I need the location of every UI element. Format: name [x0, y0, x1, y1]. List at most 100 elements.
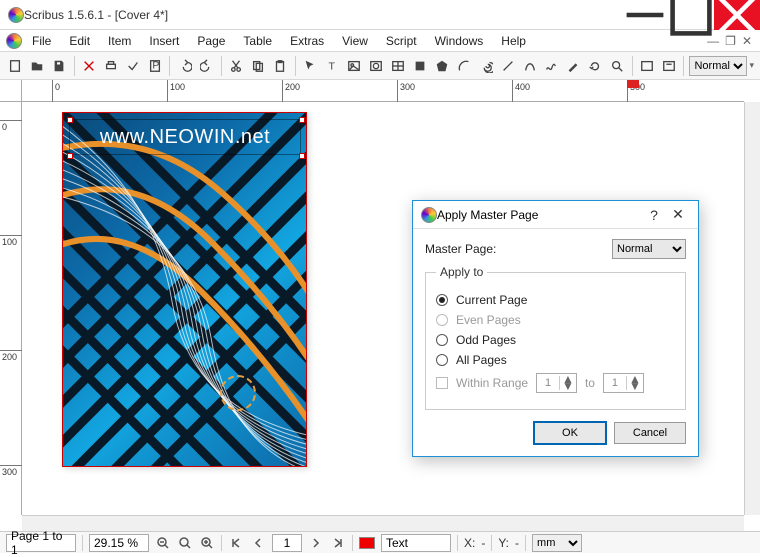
cancel-button[interactable]: Cancel — [614, 422, 686, 444]
menu-file[interactable]: File — [24, 32, 59, 50]
layer-color-swatch[interactable] — [359, 537, 375, 549]
frame-handle[interactable] — [67, 117, 73, 123]
dialog-close-button[interactable]: ✕ — [666, 206, 690, 223]
menu-edit[interactable]: Edit — [61, 32, 98, 50]
dialog-titlebar[interactable]: Apply Master Page ? ✕ — [413, 201, 698, 229]
menu-windows[interactable]: Windows — [427, 32, 492, 50]
paste-icon[interactable] — [271, 55, 290, 77]
layer-select[interactable]: Text — [381, 534, 451, 552]
frame-handle[interactable] — [299, 153, 305, 159]
menu-page[interactable]: Page — [189, 32, 233, 50]
radio-current-page[interactable]: Current Page — [436, 293, 675, 307]
calligraphic-icon[interactable] — [564, 55, 583, 77]
range-to-spinner[interactable]: ▲▼ — [603, 373, 644, 393]
page-prev-icon[interactable] — [250, 535, 266, 551]
shape-icon[interactable] — [410, 55, 429, 77]
copy-icon[interactable] — [249, 55, 268, 77]
apply-master-page-dialog: Apply Master Page ? ✕ Master Page: Norma… — [412, 200, 699, 457]
frame-handle[interactable] — [299, 117, 305, 123]
y-label: Y: — [498, 536, 509, 550]
within-range-row: Within Range ▲▼ to ▲▼ — [436, 373, 675, 393]
app-icon — [8, 7, 24, 23]
statusbar: Page 1 to 1 29.15 % 1 Text X: - Y: - mm — [0, 531, 760, 553]
app-icon — [421, 207, 437, 223]
menu-extras[interactable]: Extras — [282, 32, 332, 50]
horizontal-ruler[interactable]: 0 100 200 300 400 500 — [22, 80, 744, 102]
ok-button[interactable]: OK — [534, 422, 606, 444]
render-frame-icon[interactable] — [367, 55, 386, 77]
close-button[interactable] — [714, 0, 760, 30]
rotate-icon[interactable] — [586, 55, 605, 77]
menu-table[interactable]: Table — [235, 32, 280, 50]
new-icon[interactable] — [6, 55, 25, 77]
radio-even-pages: Even Pages — [436, 313, 675, 327]
menu-item-menu[interactable]: Item — [100, 32, 139, 50]
dialog-title: Apply Master Page — [437, 208, 642, 222]
freehand-icon[interactable] — [542, 55, 561, 77]
print-icon[interactable] — [102, 55, 121, 77]
doc-restore-icon[interactable]: ❐ — [725, 34, 736, 48]
dialog-help-button[interactable]: ? — [642, 207, 666, 223]
x-value: - — [481, 536, 485, 550]
frame-handle[interactable] — [67, 153, 73, 159]
undo-icon[interactable] — [175, 55, 194, 77]
toolbar: P T Normal ▾ — [0, 52, 760, 80]
edit-text-icon[interactable] — [660, 55, 679, 77]
doc-close-icon[interactable]: ✕ — [742, 34, 752, 48]
zoom-icon[interactable] — [608, 55, 627, 77]
svg-text:P: P — [152, 59, 159, 71]
redo-icon[interactable] — [197, 55, 216, 77]
radio-icon — [436, 294, 448, 306]
document-page[interactable]: www.NEOWIN.net — [62, 112, 307, 467]
minimize-button[interactable] — [622, 0, 668, 30]
page-info: Page 1 to 1 — [6, 534, 76, 552]
page-first-icon[interactable] — [228, 535, 244, 551]
maximize-button[interactable] — [668, 0, 714, 30]
ruler-marker[interactable] — [627, 80, 639, 88]
doc-minimize-icon[interactable]: — — [707, 34, 719, 48]
line-icon[interactable] — [498, 55, 517, 77]
headline-text: www.NEOWIN.net — [100, 126, 270, 149]
text-frame-icon[interactable]: T — [323, 55, 342, 77]
cut-icon[interactable] — [227, 55, 246, 77]
table-icon[interactable] — [388, 55, 407, 77]
page-artwork — [63, 113, 306, 466]
doc-window-controls: — ❐ ✕ — [707, 34, 760, 48]
radio-odd-pages[interactable]: Odd Pages — [436, 333, 675, 347]
radio-all-pages[interactable]: All Pages — [436, 353, 675, 367]
close-doc-icon[interactable] — [80, 55, 99, 77]
zoom-reset-icon[interactable] — [177, 535, 193, 551]
y-value: - — [515, 536, 519, 550]
pdf-icon[interactable]: P — [145, 55, 164, 77]
edit-contents-icon[interactable] — [638, 55, 657, 77]
polygon-icon[interactable] — [432, 55, 451, 77]
spiral-icon[interactable] — [476, 55, 495, 77]
headline-text-frame[interactable]: www.NEOWIN.net — [69, 119, 301, 155]
zoom-input[interactable]: 29.15 % — [89, 534, 149, 552]
master-page-select[interactable]: Normal — [612, 239, 686, 259]
page-last-icon[interactable] — [330, 535, 346, 551]
save-icon[interactable] — [50, 55, 69, 77]
horizontal-scrollbar[interactable] — [22, 515, 744, 531]
display-mode-select[interactable]: Normal — [689, 56, 747, 76]
image-frame-icon[interactable] — [345, 55, 364, 77]
preflight-icon[interactable] — [124, 55, 143, 77]
zoom-in-icon[interactable] — [199, 535, 215, 551]
page-number-input[interactable]: 1 — [272, 534, 302, 552]
zoom-out-icon[interactable] — [155, 535, 171, 551]
menu-script[interactable]: Script — [378, 32, 425, 50]
menu-insert[interactable]: Insert — [141, 32, 187, 50]
open-icon[interactable] — [28, 55, 47, 77]
vertical-ruler[interactable]: 0 100 200 300 — [0, 102, 22, 515]
menu-help[interactable]: Help — [493, 32, 534, 50]
bezier-icon[interactable] — [520, 55, 539, 77]
vertical-scrollbar[interactable] — [744, 102, 760, 515]
range-from-spinner[interactable]: ▲▼ — [536, 373, 577, 393]
unit-select[interactable]: mm — [532, 534, 582, 552]
select-icon[interactable] — [301, 55, 320, 77]
page-next-icon[interactable] — [308, 535, 324, 551]
arc-icon[interactable] — [454, 55, 473, 77]
checkbox-icon[interactable] — [436, 377, 448, 389]
menu-view[interactable]: View — [334, 32, 376, 50]
chevron-down-icon: ▾ — [749, 60, 754, 71]
